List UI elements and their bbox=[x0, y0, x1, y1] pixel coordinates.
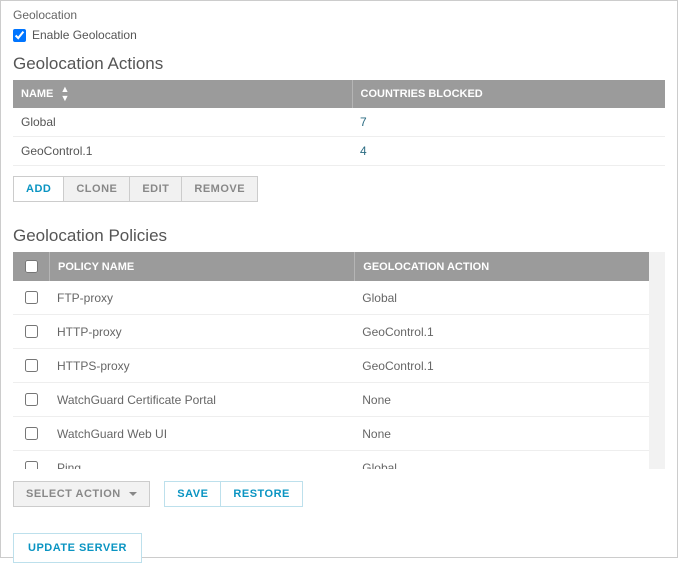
actions-row-name: GeoControl.1 bbox=[13, 137, 352, 166]
policies-col-name[interactable]: POLICY NAME bbox=[50, 252, 355, 281]
page-title: Geolocation bbox=[13, 8, 665, 22]
chevron-down-icon bbox=[129, 492, 137, 496]
actions-table: NAME ▲▼ COUNTRIES BLOCKED Global 7 GeoCo… bbox=[13, 80, 665, 166]
select-action-dropdown[interactable]: SELECT ACTION bbox=[13, 481, 150, 507]
policy-name: FTP-proxy bbox=[49, 281, 354, 315]
policies-scroll-area: FTP-proxy Global HTTP-proxy GeoControl.1… bbox=[13, 281, 649, 469]
policy-action: Global bbox=[354, 281, 649, 315]
select-all-checkbox[interactable] bbox=[25, 260, 38, 273]
policies-col-action[interactable]: GEOLOCATION ACTION bbox=[355, 252, 649, 281]
actions-row-count: 4 bbox=[352, 137, 665, 166]
policy-row-checkbox[interactable] bbox=[25, 427, 38, 440]
policy-row-checkbox[interactable] bbox=[25, 359, 38, 372]
policy-row[interactable]: HTTP-proxy GeoControl.1 bbox=[13, 315, 649, 349]
enable-geolocation-row: Enable Geolocation bbox=[13, 28, 665, 42]
actions-row[interactable]: Global 7 bbox=[13, 108, 665, 137]
policy-row[interactable]: WatchGuard Web UI None bbox=[13, 417, 649, 451]
policy-action: Global bbox=[354, 451, 649, 470]
edit-button[interactable]: EDIT bbox=[130, 176, 182, 202]
enable-geolocation-label: Enable Geolocation bbox=[32, 28, 137, 42]
enable-geolocation-checkbox[interactable] bbox=[13, 29, 26, 42]
actions-row-name: Global bbox=[13, 108, 352, 137]
policy-name: WatchGuard Certificate Portal bbox=[49, 383, 354, 417]
policy-action: None bbox=[354, 417, 649, 451]
save-button[interactable]: SAVE bbox=[164, 481, 221, 507]
policy-row-checkbox[interactable] bbox=[25, 291, 38, 304]
policy-action: None bbox=[354, 383, 649, 417]
geolocation-panel: Geolocation Enable Geolocation Geolocati… bbox=[0, 0, 678, 558]
actions-col-name[interactable]: NAME ▲▼ bbox=[13, 80, 352, 108]
policy-action: GeoControl.1 bbox=[354, 349, 649, 383]
policy-name: HTTP-proxy bbox=[49, 315, 354, 349]
policies-button-row: SELECT ACTION SAVE RESTORE bbox=[13, 481, 665, 507]
policies-table: POLICY NAME GEOLOCATION ACTION bbox=[13, 252, 649, 281]
clone-button[interactable]: CLONE bbox=[64, 176, 130, 202]
policy-name: HTTPS-proxy bbox=[49, 349, 354, 383]
actions-heading: Geolocation Actions bbox=[13, 54, 665, 74]
add-button[interactable]: ADD bbox=[13, 176, 64, 202]
policy-row[interactable]: FTP-proxy Global bbox=[13, 281, 649, 315]
sort-icon: ▲▼ bbox=[60, 85, 69, 103]
policy-action: GeoControl.1 bbox=[354, 315, 649, 349]
actions-row[interactable]: GeoControl.1 4 bbox=[13, 137, 665, 166]
policies-table-container: POLICY NAME GEOLOCATION ACTION FTP-proxy… bbox=[13, 252, 665, 469]
policies-heading: Geolocation Policies bbox=[13, 226, 665, 246]
restore-button[interactable]: RESTORE bbox=[221, 481, 302, 507]
policy-row[interactable]: WatchGuard Certificate Portal None bbox=[13, 383, 649, 417]
policy-row-checkbox[interactable] bbox=[25, 461, 38, 469]
update-server-button[interactable]: UPDATE SERVER bbox=[13, 533, 142, 563]
select-all-header bbox=[13, 252, 50, 281]
policy-row[interactable]: HTTPS-proxy GeoControl.1 bbox=[13, 349, 649, 383]
actions-row-count: 7 bbox=[352, 108, 665, 137]
policy-name: Ping bbox=[49, 451, 354, 470]
actions-col-countries[interactable]: COUNTRIES BLOCKED bbox=[352, 80, 665, 108]
policies-section: Geolocation Policies POLICY NAME GEOLOCA… bbox=[13, 226, 665, 507]
policy-row-checkbox[interactable] bbox=[25, 325, 38, 338]
policy-row-checkbox[interactable] bbox=[25, 393, 38, 406]
actions-button-row: ADD CLONE EDIT REMOVE bbox=[13, 176, 665, 202]
remove-button[interactable]: REMOVE bbox=[182, 176, 258, 202]
policy-row[interactable]: Ping Global bbox=[13, 451, 649, 470]
footer-row: UPDATE SERVER bbox=[13, 533, 665, 563]
policy-name: WatchGuard Web UI bbox=[49, 417, 354, 451]
